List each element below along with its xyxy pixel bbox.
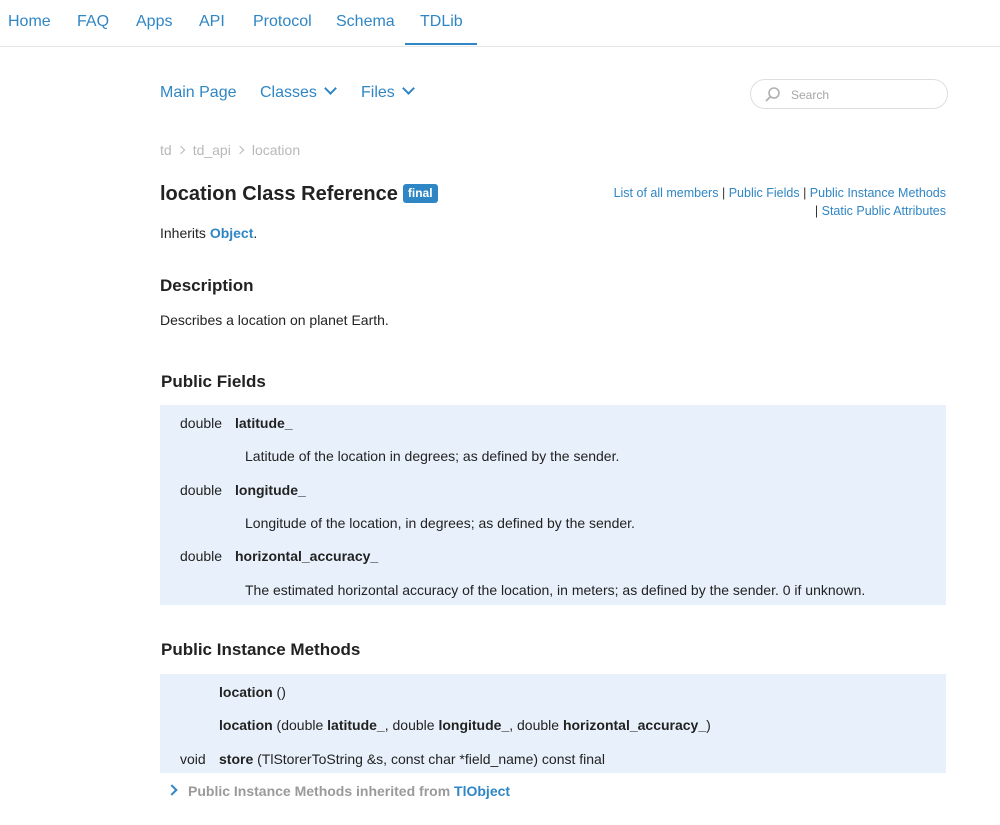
classes-dropdown[interactable]: Classes: [260, 82, 337, 102]
classes-label: Classes: [260, 84, 317, 101]
field-description: Longitude of the location, in degrees; a…: [245, 515, 635, 531]
method-name[interactable]: store: [219, 751, 253, 767]
chevron-right-icon: [235, 145, 245, 155]
final-badge: final: [402, 184, 438, 203]
page-title: location Class Reference final: [160, 183, 438, 206]
breadcrumb: td td_api location: [160, 142, 300, 158]
method-args: ): [706, 717, 711, 733]
inherits-line: Inherits Object.: [160, 225, 257, 241]
method-args: , double: [384, 717, 439, 733]
method-return-type: void: [180, 751, 206, 767]
method-row-constructor: location (): [219, 684, 286, 700]
inherited-methods-toggle[interactable]: Public Instance Methods inherited from T…: [166, 783, 510, 799]
method-row-store: void store (TlStorerToString &s, const c…: [180, 751, 605, 767]
nav-api[interactable]: API: [199, 0, 225, 44]
search-input[interactable]: [789, 84, 943, 106]
param-name: horizontal_accuracy_: [562, 717, 707, 733]
chevron-right-icon: [166, 784, 178, 796]
inherited-methods-label: Public Instance Methods inherited from: [188, 783, 455, 799]
public-instance-methods-heading: Public Instance Methods: [161, 640, 361, 659]
files-label: Files: [361, 84, 395, 101]
summary-links: List of all members | Public Fields | Pu…: [586, 184, 946, 220]
nav-apps[interactable]: Apps: [136, 0, 172, 44]
top-navigation: Home FAQ Apps API Protocol Schema TDLib: [0, 0, 1000, 47]
field-description: The estimated horizontal accuracy of the…: [245, 582, 866, 598]
chevron-down-icon: [401, 82, 415, 95]
field-name: horizontal_accuracy_: [235, 548, 379, 564]
list-all-members-link[interactable]: List of all members: [614, 186, 719, 200]
method-name[interactable]: location: [219, 684, 273, 700]
breadcrumb-location: location: [251, 142, 301, 158]
field-name: latitude_: [235, 415, 293, 431]
separator: |: [803, 186, 807, 200]
public-fields-block: double latitude_ Latitude of the locatio…: [160, 405, 946, 605]
field-type: double: [180, 482, 223, 498]
chevron-down-icon: [324, 82, 337, 95]
public-fields-heading: Public Fields: [161, 372, 266, 391]
inherits-suffix: .: [253, 225, 258, 241]
search-box[interactable]: [750, 79, 948, 109]
method-signature: store (TlStorerToString &s, const char *…: [219, 751, 605, 767]
breadcrumb-td[interactable]: td: [160, 142, 172, 158]
nav-schema[interactable]: Schema: [336, 0, 395, 44]
nav-faq[interactable]: FAQ: [77, 0, 109, 44]
main-page-link[interactable]: Main Page: [160, 84, 237, 102]
separator: |: [814, 204, 819, 218]
files-dropdown[interactable]: Files: [361, 82, 415, 102]
static-public-attributes-link[interactable]: Static Public Attributes: [822, 204, 946, 218]
object-class-link[interactable]: Object: [210, 225, 254, 241]
method-args: (): [272, 684, 286, 700]
field-description: Latitude of the location in degrees; as …: [245, 448, 620, 464]
description-text: Describes a location on planet Earth.: [160, 312, 389, 328]
method-row-constructor-with-args: location (double latitude_, double longi…: [219, 717, 711, 733]
separator: |: [721, 186, 726, 200]
field-name: longitude_: [235, 482, 306, 498]
public-instance-methods-block: location () location (double latitude_, …: [160, 674, 946, 773]
chevron-right-icon: [176, 145, 185, 155]
method-args: , double: [509, 717, 563, 733]
field-type: double: [180, 548, 223, 564]
method-args: (TlStorerToString &s, const char *field_…: [253, 751, 605, 767]
inherits-prefix: Inherits: [160, 225, 206, 241]
breadcrumb-td-api[interactable]: td_api: [193, 142, 231, 158]
tlobject-class-link[interactable]: TlObject: [454, 783, 510, 799]
param-name: latitude_: [327, 717, 385, 733]
method-name[interactable]: location: [219, 717, 273, 733]
page-title-text: location Class Reference: [160, 183, 398, 205]
search-icon: [765, 87, 780, 102]
field-type: double: [180, 415, 223, 431]
nav-protocol[interactable]: Protocol: [253, 0, 312, 44]
nav-home[interactable]: Home: [8, 0, 51, 44]
method-args: (double: [272, 717, 328, 733]
description-heading: Description: [160, 276, 254, 295]
public-instance-methods-link[interactable]: Public Instance Methods: [810, 186, 946, 200]
param-name: longitude_: [438, 717, 510, 733]
public-fields-link[interactable]: Public Fields: [729, 186, 800, 200]
nav-tdlib[interactable]: TDLib: [405, 0, 477, 45]
